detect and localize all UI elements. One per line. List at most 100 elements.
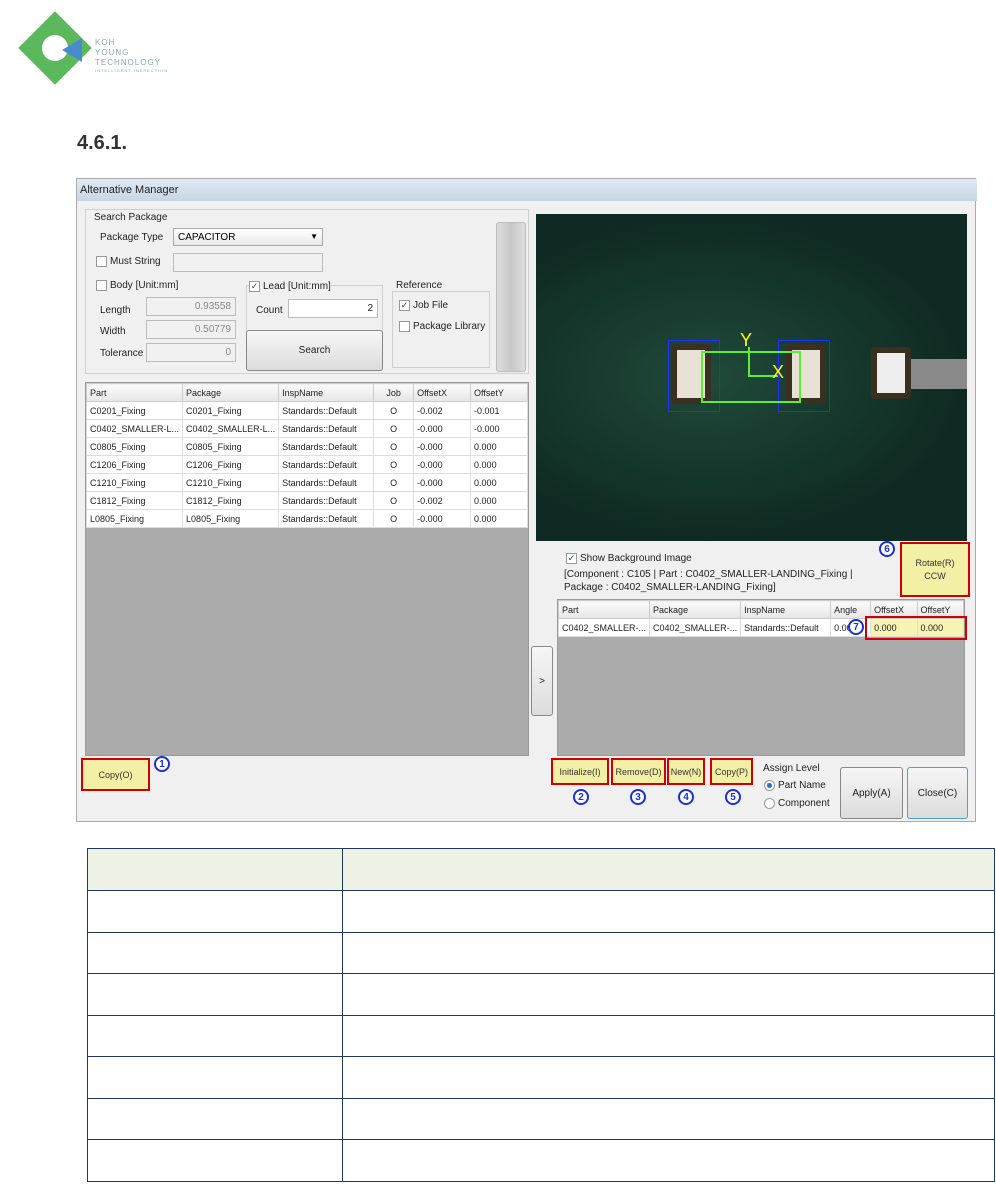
- must-string-input[interactable]: [173, 253, 323, 272]
- component-image: Y X: [536, 214, 967, 541]
- copy-p-button[interactable]: Copy(P): [710, 758, 753, 785]
- copy-o-button[interactable]: Copy(O): [81, 758, 150, 791]
- callout-5: 5: [725, 789, 741, 805]
- callout-3: 3: [630, 789, 646, 805]
- callout-7: 7: [848, 619, 864, 635]
- table-row[interactable]: C0805_Fixing C0805_Fixing Standards::Defau…: [85, 437, 528, 456]
- table-cell: [87, 973, 343, 1016]
- table-cell: [87, 1056, 343, 1099]
- col-angle[interactable]: Angle: [830, 600, 872, 619]
- table-cell: L0805_Fixing: [182, 509, 280, 528]
- table-cell: [87, 890, 343, 933]
- col-offsetx[interactable]: OffsetX: [870, 600, 918, 619]
- section-heading: 4.6.1.: [77, 132, 128, 154]
- pad-far-right: [871, 347, 911, 399]
- table-cell: -0.002: [413, 401, 472, 420]
- length-label: Length: [100, 305, 131, 316]
- table-cell: C1210_Fixing: [85, 473, 184, 492]
- col-job[interactable]: Job: [373, 383, 415, 402]
- table-row: [87, 973, 995, 1016]
- axis-y-line: [748, 347, 750, 377]
- package-type-select[interactable]: CAPACITOR ▼: [173, 228, 323, 246]
- table-row[interactable]: C0402_SMALLER-L... C0402_SMALLER-L... Stan…: [85, 419, 528, 438]
- table-row[interactable]: C0201_Fixing C0201_Fixing Standards::Defau…: [85, 401, 528, 420]
- table-cell: C1812_Fixing: [85, 491, 184, 510]
- table-row: [87, 931, 995, 974]
- apply-button[interactable]: Apply(A): [840, 767, 903, 819]
- table-cell: C0402_SMALLER-L...: [85, 419, 184, 438]
- job-file-checkbox[interactable]: ✓ Job File: [399, 300, 448, 311]
- table-row: [87, 1139, 995, 1182]
- table-cell: Standards::Default: [278, 491, 375, 510]
- initialize-button[interactable]: Initialize(I): [551, 758, 609, 785]
- expand-button[interactable]: >: [531, 646, 553, 716]
- col-offsety[interactable]: OffsetY: [470, 383, 528, 402]
- table-cell: -0.000: [413, 419, 472, 438]
- close-button[interactable]: Close(C): [907, 767, 968, 819]
- table-cell: [342, 973, 995, 1016]
- tolerance-input[interactable]: 0: [146, 343, 236, 362]
- table-cell: -0.001: [470, 401, 528, 420]
- table-cell: 0.000: [470, 455, 528, 474]
- length-input[interactable]: 0.93558: [146, 297, 236, 316]
- table-header-cell: [87, 848, 343, 891]
- table-cell: [342, 1014, 995, 1057]
- tolerance-label: Tolerance: [100, 348, 144, 359]
- description-table: [87, 848, 995, 1182]
- lead-checkbox[interactable]: ✓ Lead [Unit:mm]: [249, 281, 331, 293]
- count-input[interactable]: 2: [288, 299, 378, 318]
- col-inspname[interactable]: InspName: [740, 600, 832, 619]
- table-cell: 0.000: [470, 473, 528, 492]
- count-label: Count: [256, 305, 283, 316]
- table-row[interactable]: L0805_Fixing L0805_Fixing Standards::Defau…: [85, 509, 528, 528]
- table-cell: O: [373, 419, 415, 438]
- table-cell: C0402_SMALLER-...: [649, 618, 742, 637]
- table-row[interactable]: C1812_Fixing C1812_Fixing Standards::Defau…: [85, 491, 528, 510]
- table-cell: Standards::Default: [278, 473, 375, 492]
- show-background-checkbox[interactable]: ✓ Show Background Image: [566, 553, 692, 564]
- assign-level-label: Assign Level: [763, 763, 820, 774]
- body-checkbox[interactable]: Body [Unit:mm]: [96, 280, 178, 291]
- col-package[interactable]: Package: [182, 383, 280, 402]
- radio-component[interactable]: Component: [764, 798, 830, 809]
- component-info-text: [Component : C105 | Part : C0402_SMALLER…: [564, 569, 853, 593]
- table-cell: Standards::Default: [278, 509, 375, 528]
- vertical-panel-bar[interactable]: [496, 222, 526, 372]
- table-cell: [342, 931, 995, 974]
- axis-y-label: Y: [740, 330, 753, 350]
- package-library-checkbox[interactable]: Package Library: [399, 321, 485, 332]
- group-label: Search Package: [94, 212, 168, 223]
- radio-part-name[interactable]: Part Name: [764, 780, 826, 791]
- new-button[interactable]: New(N): [667, 758, 705, 785]
- remove-button[interactable]: Remove(D): [611, 758, 666, 785]
- col-part[interactable]: Part: [85, 383, 184, 402]
- table-cell: O: [373, 473, 415, 492]
- axis-x-label: X: [772, 362, 785, 382]
- chevron-down-icon: ▼: [310, 232, 318, 241]
- table-cell: O: [373, 509, 415, 528]
- table-cell: Standards::Default: [278, 437, 375, 456]
- table-row[interactable]: C1210_Fixing C1210_Fixing Standards::Defau…: [85, 473, 528, 492]
- col-part[interactable]: Part: [557, 600, 651, 619]
- search-results-table: Part Package InspName Job OffsetX Offset…: [85, 382, 529, 756]
- package-type-label: Package Type: [100, 232, 164, 243]
- offset-highlight: [865, 616, 967, 640]
- table-cell: C0402_SMALLER-L...: [182, 419, 280, 438]
- table-row[interactable]: C1206_Fixing C1206_Fixing Standards::Defau…: [85, 455, 528, 474]
- search-button[interactable]: Search: [246, 330, 383, 371]
- table-cell: C1206_Fixing: [182, 455, 280, 474]
- col-inspname[interactable]: InspName: [278, 383, 375, 402]
- table-cell: Standards::Default: [740, 618, 832, 637]
- rotate-ccw-button[interactable]: Rotate(R) CCW: [900, 542, 970, 597]
- width-input[interactable]: 0.50779: [146, 320, 236, 339]
- col-offsetx[interactable]: OffsetX: [413, 383, 472, 402]
- must-string-checkbox[interactable]: Must String: [96, 256, 161, 267]
- table-header-cell: [342, 848, 995, 891]
- callout-1: 1: [154, 756, 170, 772]
- callout-2: 2: [573, 789, 589, 805]
- table-cell: 0.000: [470, 491, 528, 510]
- col-offsety[interactable]: OffsetY: [916, 600, 965, 619]
- logo-tagline: INTELLIGENT INSPECTION: [95, 68, 169, 73]
- col-package[interactable]: Package: [649, 600, 742, 619]
- logo-text: YOUNG: [95, 48, 130, 57]
